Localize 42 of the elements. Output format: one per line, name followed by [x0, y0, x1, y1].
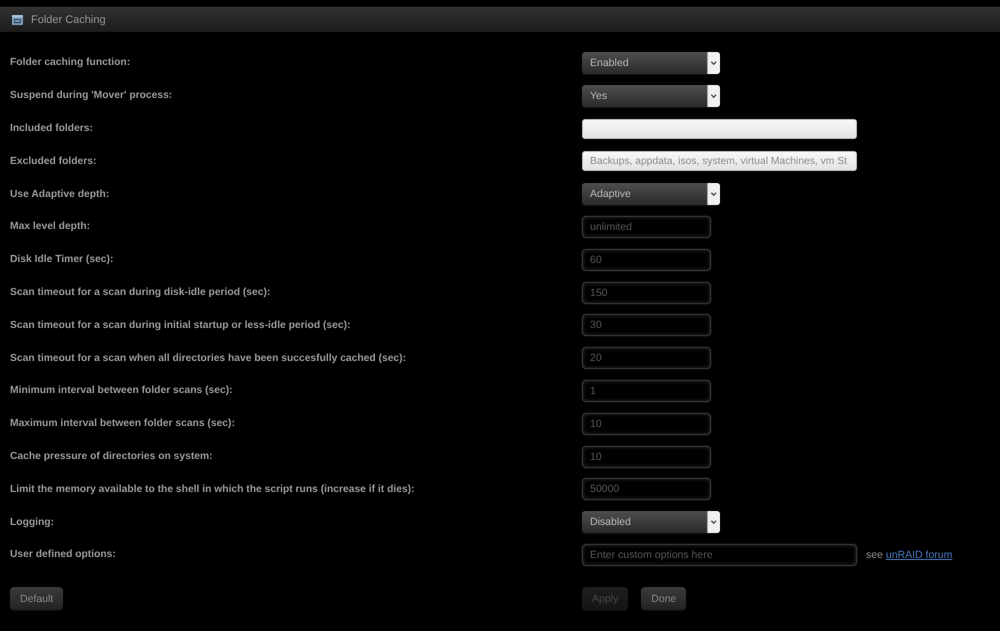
input-field[interactable]: unlimited — [582, 216, 711, 238]
dropdown[interactable]: Adaptive — [582, 183, 720, 206]
input-field[interactable]: 60 — [582, 248, 711, 271]
input-field[interactable]: 20 — [582, 347, 711, 370]
setting-label: Use Adaptive depth: — [10, 188, 110, 200]
chevron-down-icon — [707, 84, 720, 107]
setting-label: Maximum interval between folder scans (sec): — [10, 418, 235, 430]
input-field[interactable]: 50000 — [582, 478, 711, 500]
setting-label: Disk Idle Timer (sec): — [10, 254, 114, 266]
setting-label: Max level depth: — [10, 221, 90, 232]
setting-label: Logging: — [10, 516, 54, 528]
setting-label: User defined options: — [10, 549, 116, 560]
chevron-down-icon — [707, 183, 720, 206]
reset-button[interactable]: Default — [10, 587, 64, 610]
window-icon — [12, 15, 23, 25]
setting-label: Excluded folders: — [10, 156, 96, 167]
setting-label: Included folders: — [10, 123, 93, 134]
dropdown[interactable]: Yes — [582, 84, 720, 107]
setting-label: Scan timeout for a scan during disk-idle period (sec): — [10, 287, 270, 298]
help-text: see unRAID forum — [866, 548, 952, 561]
input-field[interactable]: 10 — [582, 412, 711, 435]
setting-label: Limit the memory available to the shell in which the script runs (increase if it dies): — [10, 484, 415, 495]
input-field[interactable]: Enter custom options here — [582, 544, 857, 566]
text-field[interactable] — [582, 118, 857, 139]
input-field[interactable]: 30 — [582, 314, 711, 336]
chevron-down-icon — [707, 511, 720, 534]
setting-label: Suspend during 'Mover' process: — [10, 90, 172, 102]
text-field[interactable]: Backups, appdata, isos, system, virtual Machines, vm St — [582, 151, 857, 172]
dropdown[interactable]: Enabled — [582, 52, 720, 74]
chevron-down-icon — [707, 52, 720, 74]
input-field[interactable]: 10 — [582, 446, 711, 468]
setting-label: Minimum interval between folder scans (sec): — [10, 385, 233, 396]
input-field[interactable]: 150 — [582, 282, 711, 304]
setting-label: Scan timeout for a scan when all directories have been succesfully cached (sec): — [10, 352, 406, 364]
setting-label: Cache pressure of directories on system: — [10, 451, 213, 462]
dropdown[interactable]: Disabled — [582, 511, 720, 534]
panel-title: Folder Caching — [31, 14, 106, 26]
setting-label: Scan timeout for a scan during initial startup or less-idle period (sec): — [10, 320, 350, 331]
setting-label: Folder caching function: — [10, 57, 130, 68]
forum-link[interactable]: unRAID forum — [886, 548, 952, 561]
input-field[interactable]: 1 — [582, 380, 711, 402]
action-button[interactable]: Done — [641, 587, 686, 610]
